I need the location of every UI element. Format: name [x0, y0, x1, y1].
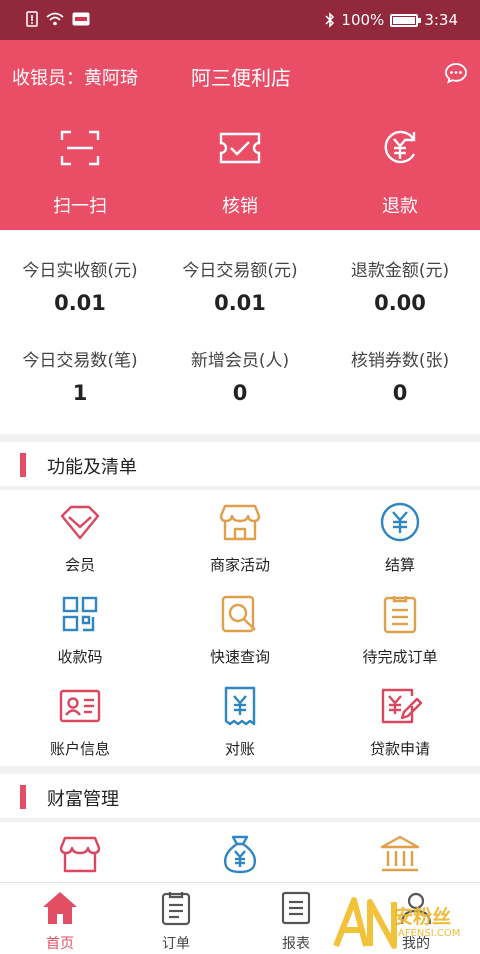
quick-actions: 扫一扫 核销 退款: [0, 126, 480, 226]
status-time: 3:34: [424, 11, 458, 29]
stat-value: 0.01: [214, 291, 266, 315]
store-name: 阿三便利店: [191, 66, 291, 90]
search-icon: [221, 595, 256, 633]
grid-item-reconciliation[interactable]: 对账: [160, 684, 320, 776]
wealth-grid: [0, 822, 480, 882]
tab-home[interactable]: 首页: [0, 889, 120, 953]
stat-label: 核销券数(张): [350, 351, 450, 371]
stat-value: 0.01: [54, 291, 106, 315]
grid-item-pending-orders[interactable]: 待完成订单: [320, 592, 480, 684]
stat-verified-coupons: 核销券数(张) 0: [320, 346, 480, 405]
alert-icon: [26, 11, 38, 27]
grid-item-merchant-activity[interactable]: 商家活动: [160, 500, 320, 592]
verify-label: 核销: [222, 196, 258, 217]
order-list-icon: [383, 596, 417, 634]
ticket-icon: [219, 132, 261, 164]
grid-item-label: 贷款申请: [369, 740, 430, 758]
stat-value: 0.00: [374, 291, 426, 315]
stat-label: 今日实收额(元): [22, 261, 138, 281]
money-bag-icon: [223, 835, 257, 874]
status-bar: 100% 3:34: [0, 0, 480, 40]
stat-label: 退款金额(元): [350, 261, 450, 281]
function-grid: 会员 商家活动 结算 收款码 快速查询 待完成订单 账户信息 对账 贷款申请: [0, 490, 480, 766]
bluetooth-icon: [325, 12, 335, 28]
stat-today-transaction-amount: 今日交易额(元) 0.01: [160, 256, 320, 315]
section-title-wealth: 财富管理: [0, 774, 480, 818]
notification-icon: [72, 12, 90, 26]
yuan-circle-icon: [380, 502, 420, 542]
section-marker: [20, 453, 26, 477]
header: 收银员：黄阿琦 阿三便利店 扫一扫 核销 退款: [0, 40, 480, 230]
clipboard-icon: [161, 892, 191, 926]
grid-item-quick-query[interactable]: 快速查询: [160, 592, 320, 684]
grid-item-label: 收款码: [57, 648, 103, 666]
loan-icon: [381, 688, 422, 724]
grid-item-label: 账户信息: [49, 740, 110, 758]
shop-icon: [219, 504, 261, 541]
refund-icon: [384, 130, 416, 164]
id-card-icon: [59, 689, 101, 723]
stats-panel: 今日实收额(元) 0.01 今日交易额(元) 0.01 退款金额(元) 0.00…: [0, 230, 480, 434]
status-icons-left: [26, 11, 90, 27]
grid-item-payment-code[interactable]: 收款码: [0, 592, 160, 684]
stat-today-received: 今日实收额(元) 0.01: [0, 256, 160, 315]
grid-item-label: 商家活动: [209, 556, 270, 574]
battery-percent: 100%: [341, 11, 385, 29]
tab-label: 首页: [46, 936, 74, 952]
battery-icon: [390, 13, 422, 27]
chat-icon[interactable]: [444, 61, 468, 85]
qrcode-icon: [62, 596, 98, 632]
tab-orders[interactable]: 订单: [116, 889, 236, 953]
tab-label: 订单: [162, 936, 190, 952]
stat-label: 今日交易额(元): [182, 261, 298, 281]
grid-item-label: 快速查询: [209, 648, 270, 666]
stat-label: 新增会员(人): [190, 351, 290, 371]
grid-item-label: 会员: [64, 556, 95, 574]
report-icon: [281, 891, 311, 925]
stat-refund-amount: 退款金额(元) 0.00: [320, 256, 480, 315]
section-marker: [20, 785, 26, 809]
grid-item-label: 对账: [224, 740, 255, 758]
stat-value: 0: [392, 381, 408, 405]
receipt-icon: [224, 686, 256, 726]
verify-button[interactable]: 核销: [190, 126, 290, 226]
bank-icon: [380, 835, 420, 872]
stat-label: 今日交易数(笔): [22, 351, 138, 371]
grid-item-settlement[interactable]: 结算: [320, 500, 480, 592]
cashier-name: 收银员：黄阿琦: [12, 68, 138, 89]
watermark-subtext: AFENSI.COM: [398, 928, 461, 939]
status-icons-right: 100% 3:34: [325, 11, 458, 29]
section-title-text: 功能及清单: [47, 457, 137, 478]
stat-new-members: 新增会员(人) 0: [160, 346, 320, 405]
grid-item-label: 待完成订单: [362, 648, 438, 666]
scan-button[interactable]: 扫一扫: [30, 126, 130, 226]
watermark: 安粉丝 AFENSI.COM: [332, 894, 472, 950]
shop-icon: [59, 836, 101, 873]
grid-item-account-info[interactable]: 账户信息: [0, 684, 160, 776]
battery-fill: [393, 16, 416, 24]
grid-item-loan-application[interactable]: 贷款申请: [320, 684, 480, 776]
refund-label: 退款: [382, 196, 418, 217]
grid-item-member[interactable]: 会员: [0, 500, 160, 592]
grid-item-label: 结算: [384, 556, 415, 574]
scan-icon: [60, 130, 100, 166]
watermark-text: 安粉丝: [394, 906, 452, 928]
refund-button[interactable]: 退款: [350, 126, 450, 226]
stat-today-transaction-count: 今日交易数(笔) 1: [0, 346, 160, 405]
wifi-icon: [46, 12, 64, 26]
diamond-icon: [60, 505, 100, 540]
section-title-text: 财富管理: [47, 789, 119, 810]
section-title-functions: 功能及清单: [0, 442, 480, 486]
stat-value: 1: [72, 381, 88, 405]
scan-label: 扫一扫: [53, 196, 107, 217]
stat-value: 0: [232, 381, 248, 405]
home-icon: [43, 892, 77, 924]
